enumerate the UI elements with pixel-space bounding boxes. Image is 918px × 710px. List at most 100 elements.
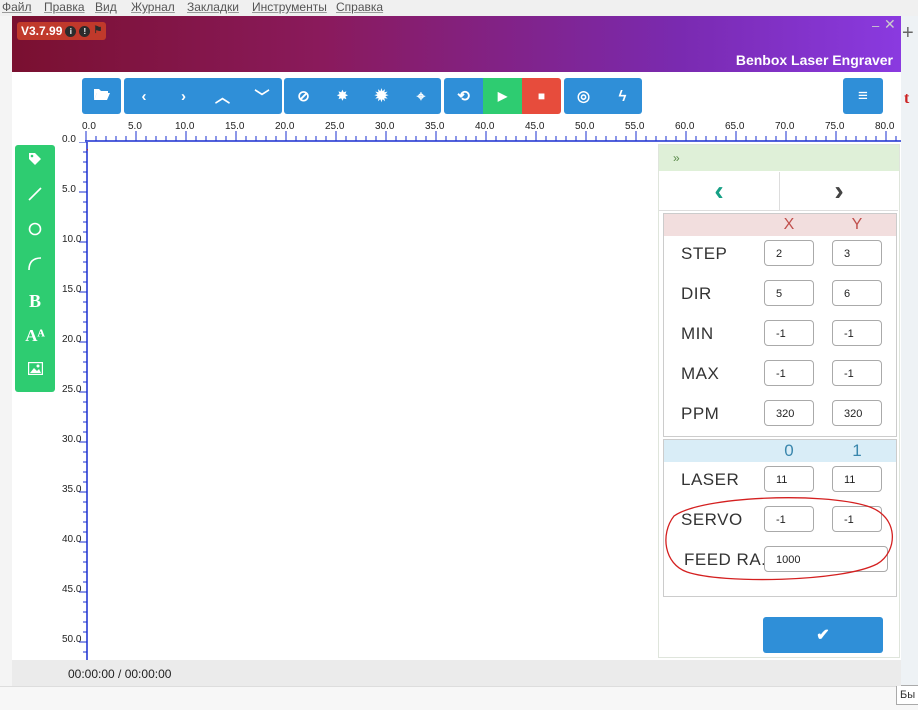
version-text: V3.7.99 bbox=[21, 24, 63, 38]
ruler-v-label: 10.0 bbox=[62, 234, 82, 245]
menu-button[interactable]: ≡ bbox=[843, 78, 883, 114]
vertical-ruler: 0.0 5.0 10.0 15.0 20.0 25.0 30.0 35.0 40… bbox=[62, 134, 88, 662]
new-tab-icon[interactable]: + bbox=[902, 22, 914, 45]
laser-label: LASER bbox=[681, 470, 740, 489]
center-button[interactable]: ⌖ bbox=[401, 78, 441, 114]
horizontal-ruler: 0.0 5.0 10.0 15.0 20.0 25.0 30.0 35.0 40… bbox=[82, 120, 901, 142]
ban-icon: ⊘ bbox=[297, 88, 310, 105]
repeat-button[interactable]: ⟲ bbox=[444, 78, 483, 114]
chevron-right-icon: › bbox=[181, 87, 186, 105]
bottom-chip[interactable]: Бы bbox=[896, 685, 918, 705]
tool-arc[interactable] bbox=[15, 251, 55, 281]
dir-y-field[interactable]: 6 bbox=[832, 280, 882, 306]
ppm-y-field[interactable]: 320 bbox=[832, 400, 882, 426]
move-down-button[interactable]: ﹀ bbox=[242, 78, 282, 114]
open-button[interactable] bbox=[82, 78, 121, 114]
tab-next[interactable]: › bbox=[780, 172, 898, 211]
play-button[interactable]: ▶ bbox=[483, 78, 522, 114]
stop-icon: ■ bbox=[537, 89, 546, 103]
menu-bookmarks[interactable]: Закладки bbox=[187, 0, 239, 15]
chevron-down-icon: ﹀ bbox=[254, 88, 270, 106]
menu-view[interactable]: Вид bbox=[95, 0, 117, 15]
ruler-h-label: 25.0 bbox=[325, 121, 345, 132]
menu-file[interactable]: Файл bbox=[2, 0, 32, 15]
app-title: Benbox Laser Engraver bbox=[735, 52, 893, 68]
step-x-field[interactable]: 2 bbox=[764, 240, 814, 266]
ruler-v-label: 25.0 bbox=[62, 384, 82, 395]
laser-0-field[interactable]: 11 bbox=[764, 466, 814, 492]
settings-button[interactable]: ◎ bbox=[564, 78, 603, 114]
menu-help[interactable]: Справка bbox=[336, 0, 383, 15]
drawing-tools: B Aᴬ bbox=[15, 145, 55, 392]
arc-icon bbox=[28, 256, 42, 276]
tool-font-text[interactable]: Aᴬ bbox=[15, 321, 55, 351]
main-toolbar: ‹ › ︿ ﹀ ⊘ ✸ ✹ ⌖ ⟲ ▶ ■ ◎ ϟ ≡ bbox=[12, 78, 901, 116]
chevron-right-icon: › bbox=[834, 175, 844, 206]
axes-header: X Y bbox=[664, 214, 896, 236]
column-y-header: Y bbox=[851, 216, 863, 233]
play-icon: ▶ bbox=[497, 89, 508, 103]
tool-bold-text[interactable]: B bbox=[15, 286, 55, 316]
stop-sign-button[interactable]: ⊘ bbox=[284, 78, 323, 114]
move-left-button[interactable]: ‹ bbox=[124, 78, 164, 114]
annotation-ellipse bbox=[665, 497, 893, 581]
io-header: 0 1 bbox=[664, 440, 896, 462]
dir-x-field[interactable]: 5 bbox=[764, 280, 814, 306]
laser-strong-button[interactable]: ✹ bbox=[362, 78, 401, 114]
max-y-field[interactable]: -1 bbox=[832, 360, 882, 386]
ruler-h-label: 65.0 bbox=[725, 121, 745, 132]
min-x-field[interactable]: -1 bbox=[764, 320, 814, 346]
tag-icon bbox=[28, 152, 42, 171]
menu-edit[interactable]: Правка bbox=[44, 0, 85, 15]
hamburger-icon: ≡ bbox=[858, 86, 868, 105]
laser-weak-button[interactable]: ✸ bbox=[323, 78, 362, 114]
ppm-x-field[interactable]: 320 bbox=[764, 400, 814, 426]
close-button[interactable]: ✕ bbox=[884, 16, 896, 33]
info-icon[interactable]: i bbox=[65, 25, 77, 37]
ruler-h-label: 45.0 bbox=[525, 121, 545, 132]
flash-button[interactable]: ϟ bbox=[603, 78, 642, 114]
ruler-h-label: 40.0 bbox=[475, 121, 495, 132]
column-x-header: X bbox=[783, 216, 795, 233]
elapsed-time: 00:00:00 / 00:00:00 bbox=[68, 667, 172, 681]
ruler-h-label: 55.0 bbox=[625, 121, 645, 132]
max-label: MAX bbox=[681, 364, 720, 383]
move-right-button[interactable]: › bbox=[164, 78, 203, 114]
alert-icon[interactable]: ! bbox=[79, 25, 91, 37]
ruler-v-label: 30.0 bbox=[62, 434, 82, 445]
app-window: V3.7.99 i ! ⚑ – ✕ Benbox Laser Engraver … bbox=[12, 16, 901, 686]
tab-prev[interactable]: ‹ bbox=[659, 172, 780, 211]
flag-icon[interactable]: ⚑ bbox=[93, 22, 102, 40]
target-icon: ◎ bbox=[576, 88, 591, 105]
confirm-button[interactable]: ✔ bbox=[763, 617, 883, 653]
ruler-v-label: 0.0 bbox=[62, 134, 76, 145]
tool-line[interactable] bbox=[15, 181, 55, 211]
stop-button[interactable]: ■ bbox=[522, 78, 561, 114]
repeat-icon: ⟲ bbox=[457, 88, 470, 105]
move-up-button[interactable]: ︿ bbox=[203, 78, 242, 114]
max-x-field[interactable]: -1 bbox=[764, 360, 814, 386]
chevron-left-icon: ‹ bbox=[141, 87, 147, 105]
chevron-up-icon: ︿ bbox=[214, 88, 230, 106]
step-label: STEP bbox=[681, 244, 728, 263]
menu-tools[interactable]: Инструменты bbox=[252, 0, 327, 15]
title-bar: V3.7.99 i ! ⚑ – ✕ Benbox Laser Engraver bbox=[12, 16, 901, 72]
step-y-field[interactable]: 3 bbox=[832, 240, 882, 266]
browser-menubar: Файл Правка Вид Журнал Закладки Инструме… bbox=[0, 0, 918, 16]
tool-tag[interactable] bbox=[15, 146, 55, 176]
minimize-button[interactable]: – bbox=[872, 18, 879, 33]
browser-bottom-bar bbox=[0, 686, 918, 710]
sun-large-icon: ✹ bbox=[374, 88, 389, 105]
tool-image[interactable] bbox=[15, 356, 55, 386]
panel-collapse-toggle[interactable]: » bbox=[659, 145, 899, 171]
tool-circle[interactable] bbox=[15, 216, 55, 246]
dir-label: DIR bbox=[681, 284, 712, 303]
min-y-field[interactable]: -1 bbox=[832, 320, 882, 346]
work-canvas[interactable] bbox=[86, 142, 656, 662]
image-icon bbox=[27, 361, 43, 380]
crosshair-icon: ⌖ bbox=[416, 87, 426, 105]
laser-1-field[interactable]: 11 bbox=[832, 466, 882, 492]
folder-open-icon bbox=[93, 87, 111, 105]
circle-icon bbox=[28, 222, 42, 241]
menu-history[interactable]: Журнал bbox=[131, 0, 175, 15]
